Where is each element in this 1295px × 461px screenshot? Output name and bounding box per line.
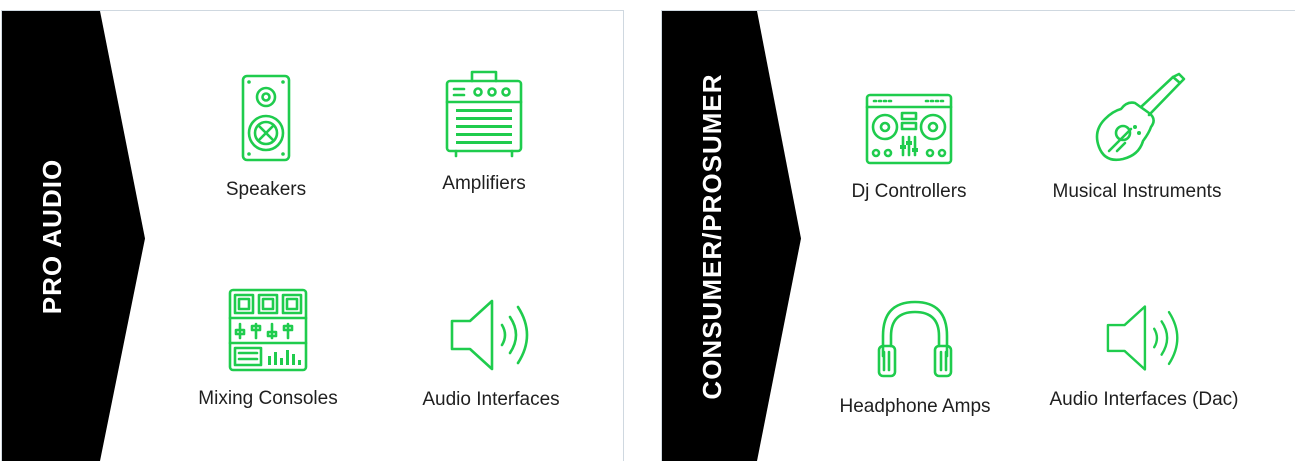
category-musical-instruments[interactable]: Musical Instruments — [1037, 71, 1237, 203]
category-dj-controllers[interactable]: Dj Controllers — [809, 91, 1009, 203]
guitar-icon — [1095, 72, 1186, 162]
pro-audio-banner: PRO AUDIO — [2, 11, 146, 461]
speaker-icon — [241, 74, 291, 162]
category-label: Headphone Amps — [839, 396, 991, 417]
category-mixing-consoles[interactable]: Mixing Consoles — [168, 286, 368, 410]
amplifier-icon — [445, 70, 523, 158]
consumer-prosumer-banner: CONSUMER/PROSUMER — [662, 11, 802, 461]
category-label: Audio Interfaces — [422, 389, 560, 410]
category-label: Dj Controllers — [851, 181, 967, 202]
category-audio-interfaces[interactable]: Audio Interfaces — [391, 295, 591, 411]
category-label: Speakers — [225, 179, 307, 200]
volume-icon — [450, 299, 529, 371]
category-speakers[interactable]: Speakers — [166, 73, 366, 201]
pro-audio-panel: PRO AUDIO Speakers Amplifiers Mixing Con… — [1, 10, 624, 461]
category-label: Mixing Consoles — [198, 388, 338, 409]
dj-controller-icon — [865, 93, 953, 165]
volume-icon — [1106, 305, 1179, 371]
headphones-icon — [877, 300, 953, 378]
consumer-prosumer-panel: CONSUMER/PROSUMER Dj Controllers Musical… — [661, 10, 1295, 461]
mixing-console-icon — [228, 288, 308, 372]
consumer-prosumer-title: CONSUMER/PROSUMER — [697, 73, 727, 400]
category-label: Amplifiers — [442, 173, 526, 194]
category-label: Musical Instruments — [1052, 181, 1222, 202]
category-label: Audio Interfaces (Dac) — [1049, 389, 1239, 410]
category-headphone-amps[interactable]: Headphone Amps — [815, 294, 1015, 418]
category-amplifiers[interactable]: Amplifiers — [384, 67, 584, 195]
pro-audio-title: PRO AUDIO — [37, 158, 67, 315]
category-audio-interfaces-dac[interactable]: Audio Interfaces (Dac) — [1044, 301, 1244, 411]
